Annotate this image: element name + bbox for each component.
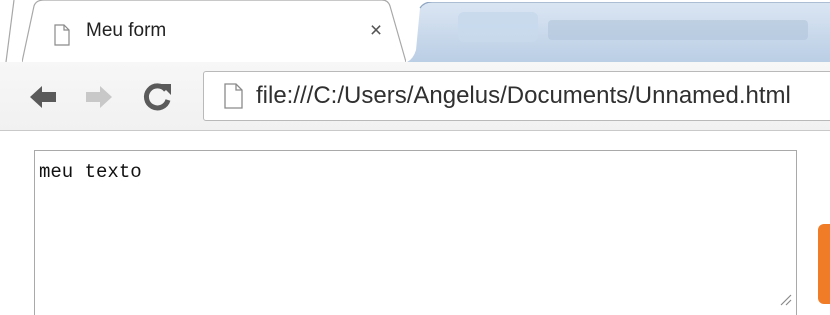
resize-grip-icon[interactable]	[778, 292, 792, 306]
textarea-field[interactable]: meu texto	[34, 150, 797, 315]
browser-toolbar: file:///C:/Users/Angelus/Documents/Unnam…	[0, 62, 830, 131]
page-icon	[224, 83, 243, 109]
tab-meu-form[interactable]: Meu form ×	[22, 0, 406, 62]
url-text: file:///C:/Users/Angelus/Documents/Unnam…	[256, 82, 791, 109]
tab-inactive-shape	[407, 1, 830, 62]
page-icon	[54, 24, 70, 46]
browser-window: Meu form × file:///C:/Users/Angelus/Docu…	[0, 0, 830, 315]
reload-icon[interactable]	[140, 80, 174, 114]
address-bar[interactable]: file:///C:/Users/Angelus/Documents/Unnam…	[203, 71, 830, 121]
tab-active-shape	[22, 0, 406, 62]
page-content: meu texto	[0, 131, 830, 315]
tab-inactive[interactable]	[398, 1, 830, 62]
tab-close-button[interactable]: ×	[365, 19, 387, 43]
arrow-left-icon[interactable]	[26, 80, 60, 114]
textarea-value: meu texto	[39, 161, 142, 183]
tab-strip: Meu form ×	[0, 0, 830, 62]
arrow-right-icon[interactable]	[82, 80, 116, 114]
orange-side-marker	[818, 224, 830, 304]
tab-title: Meu form	[86, 20, 167, 41]
tab-strip-edge	[0, 0, 15, 62]
